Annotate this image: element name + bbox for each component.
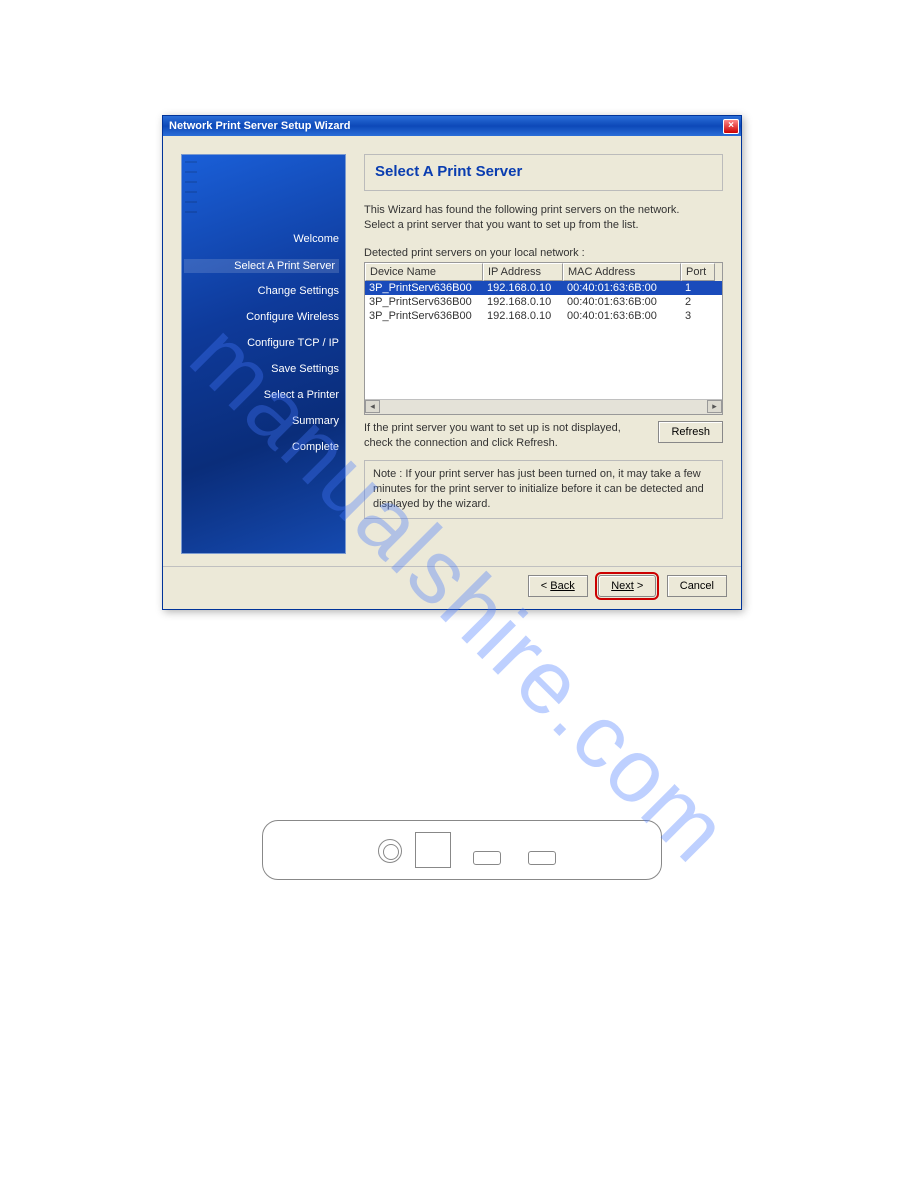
scroll-right-icon[interactable]: ▸ [707,400,722,413]
refresh-help-text: If the print server you want to set up i… [364,421,650,451]
detected-label: Detected print servers on your local net… [364,247,723,259]
sidebar-item-configure-wireless[interactable]: Configure Wireless [246,311,339,323]
sidebar-item-complete[interactable]: Complete [292,441,339,453]
close-icon[interactable]: × [723,119,739,134]
instructions: This Wizard has found the following prin… [364,203,723,233]
print-server-table[interactable]: Device Name IP Address MAC Address Port … [364,262,723,415]
sidebar-item-summary[interactable]: Summary [292,415,339,427]
titlebar[interactable]: Network Print Server Setup Wizard × [163,116,741,136]
back-button[interactable]: < Back [528,575,588,597]
cancel-button[interactable]: Cancel [667,575,727,597]
horizontal-scrollbar[interactable]: ◂ ▸ [365,399,722,414]
table-header[interactable]: Device Name IP Address MAC Address Port [365,263,722,281]
col-ip-address[interactable]: IP Address [483,263,563,281]
table-row[interactable]: 3P_PrintServ636B00192.168.0.1000:40:01:6… [365,281,722,295]
wizard-dialog: Network Print Server Setup Wizard × Welc… [162,115,742,610]
diagram-circle-icon [378,839,402,863]
diagram-port-icon [473,851,501,865]
col-port[interactable]: Port [681,263,715,281]
heading-box: Select A Print Server [364,154,723,191]
scroll-left-icon[interactable]: ◂ [365,400,380,413]
sidebar-item-configure-tcpip[interactable]: Configure TCP / IP [247,337,339,349]
col-device-name[interactable]: Device Name [365,263,483,281]
next-button[interactable]: Next > [598,575,656,597]
table-row[interactable]: 3P_PrintServ636B00192.168.0.1000:40:01:6… [365,309,722,323]
diagram-port-icon [528,851,556,865]
device-diagram [262,820,662,880]
table-row[interactable]: 3P_PrintServ636B00192.168.0.1000:40:01:6… [365,295,722,309]
refresh-button[interactable]: Refresh [658,421,723,443]
diagram-square-icon [415,832,451,868]
wizard-main: Select A Print Server This Wizard has fo… [346,154,723,554]
sidebar-item-select-print-server[interactable]: Select A Print Server [184,259,339,273]
note-box: Note : If your print server has just bee… [364,460,723,519]
sidebar-item-welcome[interactable]: Welcome [293,233,339,245]
wizard-footer: < Back Next > Cancel [163,567,741,609]
col-mac-address[interactable]: MAC Address [563,263,681,281]
sidebar-item-select-printer[interactable]: Select a Printer [264,389,339,401]
sidebar-item-save-settings[interactable]: Save Settings [271,363,339,375]
wizard-sidebar: Welcome Select A Print Server Change Set… [181,154,346,554]
page-title: Select A Print Server [375,163,712,180]
sidebar-item-change-settings[interactable]: Change Settings [258,285,339,297]
titlebar-title: Network Print Server Setup Wizard [169,120,350,132]
